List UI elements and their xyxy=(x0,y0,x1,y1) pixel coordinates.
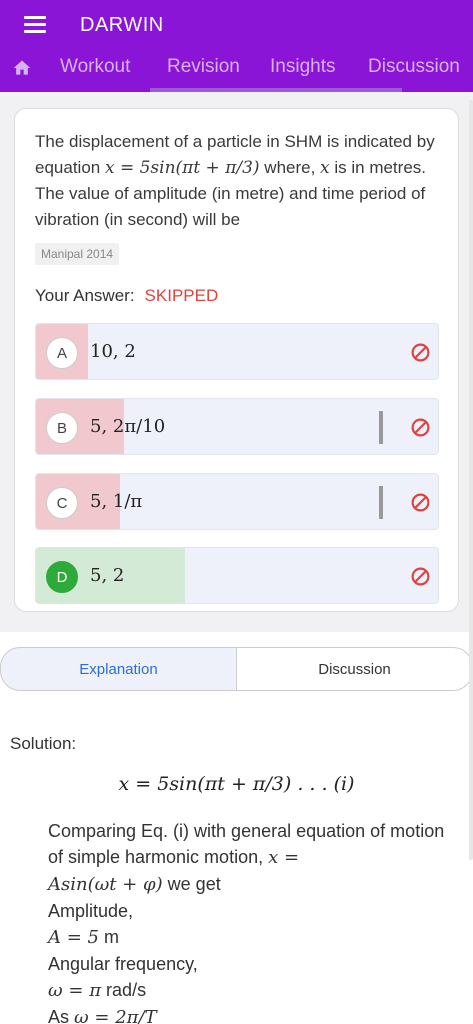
ban-icon xyxy=(411,343,430,362)
home-icon[interactable] xyxy=(12,58,32,78)
option-text: 5, 2 xyxy=(90,565,125,586)
discussion-tab[interactable]: Discussion xyxy=(236,647,473,691)
option-d[interactable]: D 5, 2 xyxy=(35,547,439,604)
solution-body: Comparing Eq. (i) with general equation … xyxy=(48,821,445,1024)
menu-icon[interactable] xyxy=(24,16,46,34)
option-b[interactable]: B 5, 2π/10 xyxy=(35,398,439,455)
question-equation: x = 5sin(πt + π/3) xyxy=(104,158,260,178)
answer-status: SKIPPED xyxy=(144,286,219,305)
option-letter: A xyxy=(46,337,78,369)
option-c[interactable]: C 5, 1/π xyxy=(35,473,439,530)
ban-icon xyxy=(411,567,430,586)
tab-revision[interactable]: Revision xyxy=(167,56,240,78)
option-letter: D xyxy=(46,561,78,593)
app-bar: DARWIN Workout Revision Insights Discuss… xyxy=(0,0,473,92)
drag-handle xyxy=(379,486,383,519)
scrollbar[interactable] xyxy=(469,100,473,860)
solution-label: Solution: xyxy=(10,734,77,753)
explanation-tab[interactable]: Explanation xyxy=(0,647,237,691)
question-card: The displacement of a particle in SHM is… xyxy=(14,108,459,612)
option-text: 5, 1/π xyxy=(90,491,143,512)
option-text: 5, 2π/10 xyxy=(90,416,166,437)
tab-insights[interactable]: Insights xyxy=(270,56,335,78)
drag-handle xyxy=(379,411,383,444)
app-title: DARWIN xyxy=(80,14,164,36)
ban-icon xyxy=(411,493,430,512)
tab-workout[interactable]: Workout xyxy=(60,56,130,78)
tab-discussion[interactable]: Discussion xyxy=(368,56,460,78)
solution-equation: x = 5sin(πt + π/3) . . . (i) xyxy=(118,773,355,795)
option-a[interactable]: A 10, 2 xyxy=(35,323,439,380)
question-text: The displacement of a particle in SHM is… xyxy=(35,132,435,229)
ban-icon xyxy=(411,418,430,437)
option-letter: C xyxy=(46,487,78,519)
tab-bar: Workout Revision Insights Discussion xyxy=(0,52,473,88)
option-letter: B xyxy=(46,412,78,444)
option-text: 10, 2 xyxy=(90,341,136,362)
your-answer: Your Answer: SKIPPED xyxy=(35,286,219,305)
exam-tag: Manipal 2014 xyxy=(35,243,120,265)
